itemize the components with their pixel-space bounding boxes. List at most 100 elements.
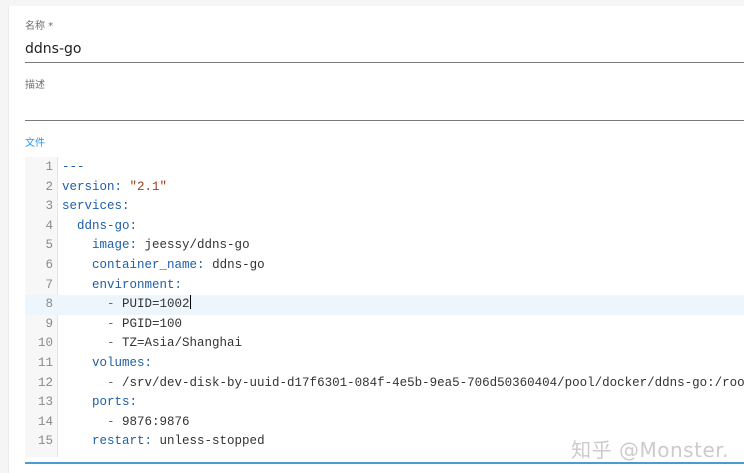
line-number: 2 [45, 179, 53, 194]
yaml-key: restart [92, 434, 145, 449]
yaml-separator: : [114, 179, 130, 194]
watermark: 知乎 @Monster. [571, 438, 729, 462]
description-input-underline [25, 120, 744, 121]
line-number: 5 [45, 238, 53, 253]
list-marker: - [107, 316, 123, 331]
yaml-value: jeessy/ddns-go [144, 238, 250, 253]
code-text: - PUID=1002 [62, 295, 191, 315]
code-line[interactable]: 11 volumes: [25, 354, 744, 374]
line-number: 3 [45, 199, 53, 214]
description-label: 描述 [25, 80, 45, 91]
code-line[interactable]: 7 environment: [25, 276, 744, 296]
list-marker: - [107, 375, 123, 390]
list-marker: - [107, 414, 123, 429]
code-line[interactable]: 1 --- [25, 158, 744, 178]
code-line[interactable]: 12 - /srv/dev-disk-by-uuid-d17f6301-084f… [25, 374, 744, 394]
line-number: 4 [45, 218, 53, 233]
line-number: 15 [37, 434, 53, 449]
line-number: 6 [45, 258, 53, 272]
name-label: 名称 * [25, 21, 54, 32]
yaml-key: ddns-go [77, 218, 130, 233]
code-line[interactable]: 9 - PGID=100 [25, 315, 744, 335]
code-editor[interactable]: 1 --- 2 version: "2.1" 3 services: 4 ddns-go: 5… [25, 157, 744, 457]
code-line[interactable]: 14 - 9876:9876 [25, 413, 744, 433]
code-text: ports: [62, 393, 137, 413]
yaml-value: 9876:9876 [122, 414, 190, 429]
code-text: services: [62, 197, 130, 217]
line-number: 9 [45, 316, 53, 331]
code-line[interactable]: 6 container_name: ddns-go [25, 256, 744, 276]
yaml-value: TZ=Asia/Shanghai [122, 336, 243, 351]
line-number: 1 [45, 160, 53, 174]
yaml-value: "2.1" [129, 179, 168, 194]
description-field[interactable]: 描述 [25, 79, 744, 99]
yaml-key: services [62, 199, 123, 214]
yaml-separator: : [144, 356, 153, 370]
file-label: 文件 [25, 138, 45, 149]
line-number: 8 [45, 297, 53, 312]
code-line[interactable]: 13 ports: [25, 393, 744, 413]
yaml-separator: : [129, 238, 145, 253]
yaml-value: ddns-go [212, 258, 265, 272]
line-number: 7 [45, 277, 53, 292]
code-text: --- [62, 158, 85, 178]
yaml-separator: : [174, 277, 183, 292]
code-line[interactable]: 2 version: "2.1" [25, 178, 744, 198]
yaml-key: ports [92, 395, 130, 410]
code-text: ddns-go: [62, 217, 137, 237]
code-text: - PGID=100 [62, 315, 182, 335]
code-text: restart: unless-stopped [62, 432, 265, 452]
code-line[interactable]: 10 - TZ=Asia/Shanghai [25, 334, 744, 354]
yaml-key: image [92, 238, 130, 253]
code-text: - TZ=Asia/Shanghai [62, 334, 242, 354]
yaml-key: environment [92, 277, 175, 292]
code-text: volumes: [62, 354, 152, 374]
code-text: - 9876:9876 [62, 413, 190, 433]
yaml-value: PUID=1002 [122, 297, 190, 312]
line-number: 14 [37, 414, 53, 429]
name-input-underline [25, 62, 744, 63]
code-line[interactable]: 3 services: [25, 197, 744, 217]
code-text: container_name: ddns-go [62, 256, 265, 276]
code-line[interactable]: 4 ddns-go: [25, 217, 744, 237]
yaml-separator: : [197, 258, 213, 272]
yaml-key: --- [62, 160, 85, 174]
code-text: environment: [62, 276, 182, 296]
code-text: version: "2.1" [62, 178, 167, 198]
yaml-separator: : [129, 218, 138, 233]
yaml-separator: : [144, 434, 160, 449]
list-marker: - [107, 297, 123, 312]
yaml-value: PGID=100 [122, 316, 183, 331]
yaml-separator: : [122, 199, 130, 214]
list-marker: - [107, 336, 123, 351]
yaml-value: unless-stopped [159, 434, 265, 449]
line-number: 12 [37, 375, 53, 390]
line-number: 13 [37, 395, 53, 410]
compose-form-card: 名称 * ddns-go 描述 文件 1 --- 2 version: "2.1" 3 s… [8, 6, 744, 473]
line-number: 10 [37, 336, 53, 351]
yaml-value: /srv/dev-disk-by-uuid-d17f6301-084f-4e5b… [122, 375, 744, 390]
line-number: 11 [37, 356, 53, 370]
code-text: image: jeessy/ddns-go [62, 236, 250, 256]
yaml-key: version [62, 179, 115, 194]
text-cursor [189, 295, 191, 310]
yaml-key: container_name [92, 258, 198, 272]
code-text: - /srv/dev-disk-by-uuid-d17f6301-084f-4e… [62, 374, 744, 394]
name-input[interactable]: ddns-go [25, 40, 744, 58]
code-line[interactable]: 5 image: jeessy/ddns-go [25, 236, 744, 256]
code-line[interactable]: 8 - PUID=1002 [25, 295, 744, 315]
yaml-key: volumes [92, 356, 145, 370]
name-field[interactable]: 名称 * ddns-go [25, 20, 744, 58]
